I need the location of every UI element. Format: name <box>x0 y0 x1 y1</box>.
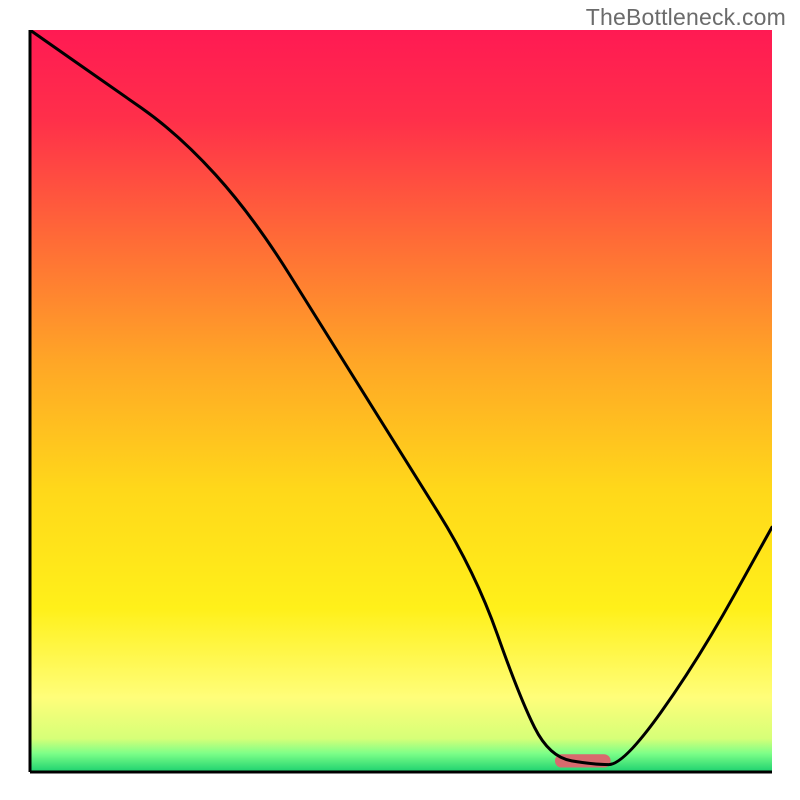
chart-svg <box>0 0 800 800</box>
gradient-background <box>30 30 772 772</box>
watermark-text: TheBottleneck.com <box>586 4 786 31</box>
bottleneck-chart: TheBottleneck.com <box>0 0 800 800</box>
